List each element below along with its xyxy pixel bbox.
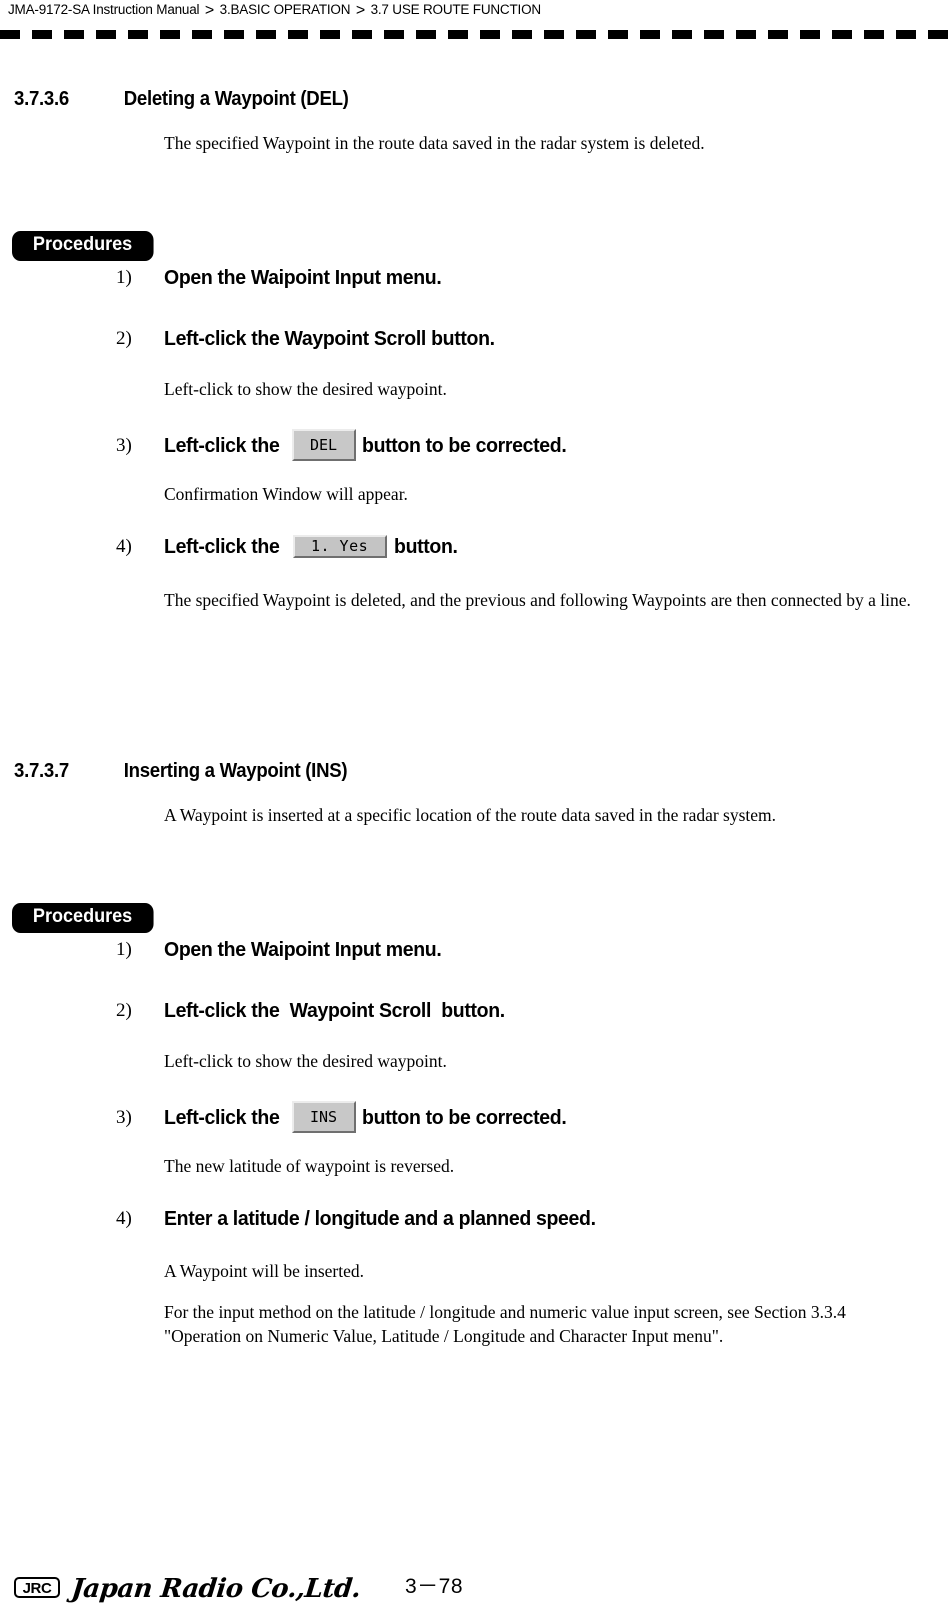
yes-button[interactable]: 1. Yes <box>292 534 387 558</box>
ins-button[interactable]: INS <box>291 1101 356 1133</box>
section-heading-3737: 3.7.3.7 Inserting a Waypoint (INS) <box>14 760 348 783</box>
page-footer: JRC Japan Radio Co.,Ltd. 3－78 <box>0 1550 952 1620</box>
step-number: 4) <box>116 1208 132 1229</box>
step-number: 1) <box>116 267 132 288</box>
step-row: 2) Left-click the Waypoint Scroll button… <box>116 999 523 1023</box>
step-note: Left-click to show the desired waypoint. <box>164 379 447 399</box>
step-note: The specified Waypoint is deleted, and t… <box>164 590 911 610</box>
step-text-tail: button to be corrected. <box>361 1106 567 1129</box>
breadcrumb-separator: > <box>355 2 365 19</box>
step-note-reference: For the input method on the latitude / l… <box>164 1302 846 1346</box>
breadcrumb-separator: > <box>204 2 215 19</box>
step-row: 3) Left-click the DEL button to be corre… <box>116 429 577 462</box>
step-number: 2) <box>116 328 132 349</box>
step-text: Left-click the <box>164 1106 280 1129</box>
step-row: 2) Left-click the Waypoint Scroll button… <box>116 327 512 351</box>
del-button[interactable]: DEL <box>291 429 356 461</box>
step-number: 1) <box>116 939 132 960</box>
step-number: 2) <box>116 1000 132 1021</box>
breadcrumb: JMA-9172-SA Instruction Manual > 3.BASIC… <box>8 1 541 19</box>
section-number: 3.7.3.6 <box>14 88 69 110</box>
step-row: 4) Left-click the 1. Yes button. <box>116 534 461 559</box>
section-number: 3.7.3.7 <box>14 760 69 782</box>
step-text: Open the Waipoint Input menu. <box>164 266 442 289</box>
company-wordmark: Japan Radio Co.,Ltd. <box>70 1574 362 1604</box>
section-intro-3737: A Waypoint is inserted at a specific loc… <box>164 805 777 825</box>
step-text-tail: button. <box>393 535 458 558</box>
step-text-tail: button to be corrected. <box>361 434 567 457</box>
section-heading-3736: 3.7.3.6 Deleting a Waypoint (DEL) <box>14 88 349 111</box>
header-dashed-rule <box>0 30 952 39</box>
step-number: 4) <box>116 536 132 557</box>
step-row: 4) Enter a latitude / longitude and a pl… <box>116 1207 618 1231</box>
step-number: 3) <box>116 1107 132 1128</box>
step-row: 1) Open the Waipoint Input menu. <box>116 266 456 290</box>
step-text: Left-click the <box>164 535 280 558</box>
step-text: Left-click the <box>164 434 280 457</box>
breadcrumb-item-section: 3.7 USE ROUTE FUNCTION <box>370 2 542 17</box>
step-text: Left-click the Waypoint Scroll button. <box>164 327 495 350</box>
page-header: JMA-9172-SA Instruction Manual > 3.BASIC… <box>0 0 952 44</box>
step-note: Left-click to show the desired waypoint. <box>164 1051 447 1071</box>
procedures-badge-3736: Procedures <box>12 231 154 261</box>
step-note: A Waypoint will be inserted. <box>164 1261 364 1281</box>
jrc-logo-icon: JRC <box>14 1577 60 1598</box>
section-title: Inserting a Waypoint (INS) <box>123 760 348 782</box>
breadcrumb-item-manual: JMA-9172-SA Instruction Manual <box>8 2 200 17</box>
step-number: 3) <box>116 435 132 456</box>
step-text: Open the Waipoint Input menu. <box>164 938 442 961</box>
page-number: 3－78 <box>405 1575 464 1598</box>
breadcrumb-item-chapter: 3.BASIC OPERATION <box>219 2 351 17</box>
step-text: Left-click the Waypoint Scroll button. <box>164 999 505 1022</box>
step-row: 1) Open the Waipoint Input menu. <box>116 938 456 962</box>
step-note: The new latitude of waypoint is reversed… <box>164 1156 455 1176</box>
step-row: 3) Left-click the INS button to be corre… <box>116 1101 577 1134</box>
section-title: Deleting a Waypoint (DEL) <box>123 88 349 110</box>
step-note: Confirmation Window will appear. <box>164 484 408 504</box>
section-intro-3736: The specified Waypoint in the route data… <box>164 133 705 153</box>
procedures-badge-3737: Procedures <box>12 903 154 933</box>
step-text: Enter a latitude / longitude and a plann… <box>164 1207 596 1230</box>
